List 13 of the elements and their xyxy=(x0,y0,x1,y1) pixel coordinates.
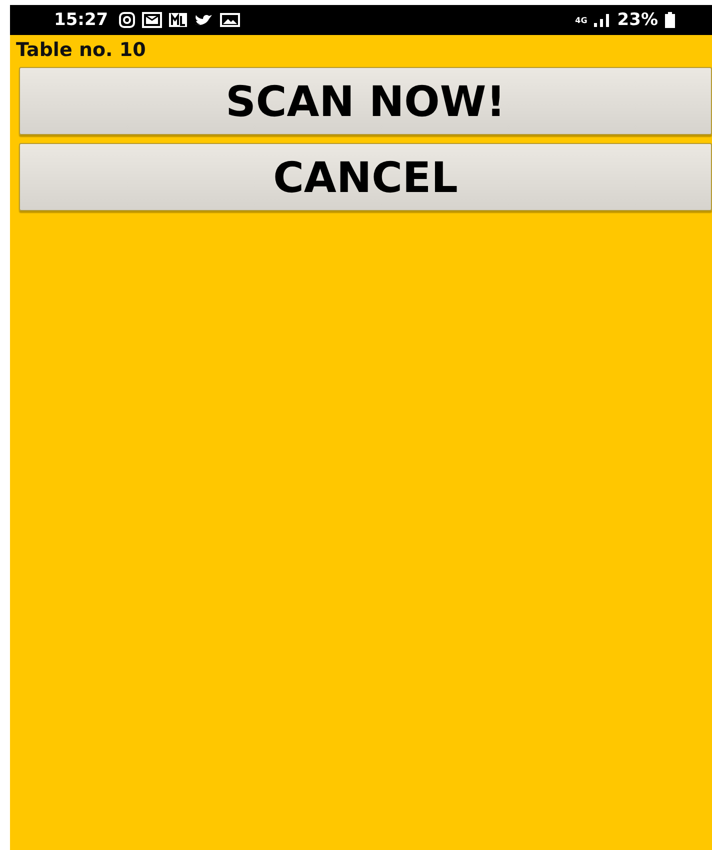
action-button[interactable]: CANCEL xyxy=(19,143,712,211)
network-type: 4G xyxy=(575,16,588,24)
camera-icon xyxy=(118,12,136,28)
battery-icon xyxy=(664,12,676,28)
action-button[interactable]: SCAN NOW! xyxy=(19,67,712,135)
battery-percent: 23% xyxy=(617,10,658,30)
status-time: 15:27 xyxy=(54,10,108,30)
mail-icon xyxy=(142,12,162,28)
bird-icon xyxy=(194,12,214,28)
image-icon xyxy=(220,12,240,28)
app-icon xyxy=(168,12,188,28)
signal-icon xyxy=(593,13,612,27)
table-title: Table no. 10 xyxy=(15,39,147,63)
